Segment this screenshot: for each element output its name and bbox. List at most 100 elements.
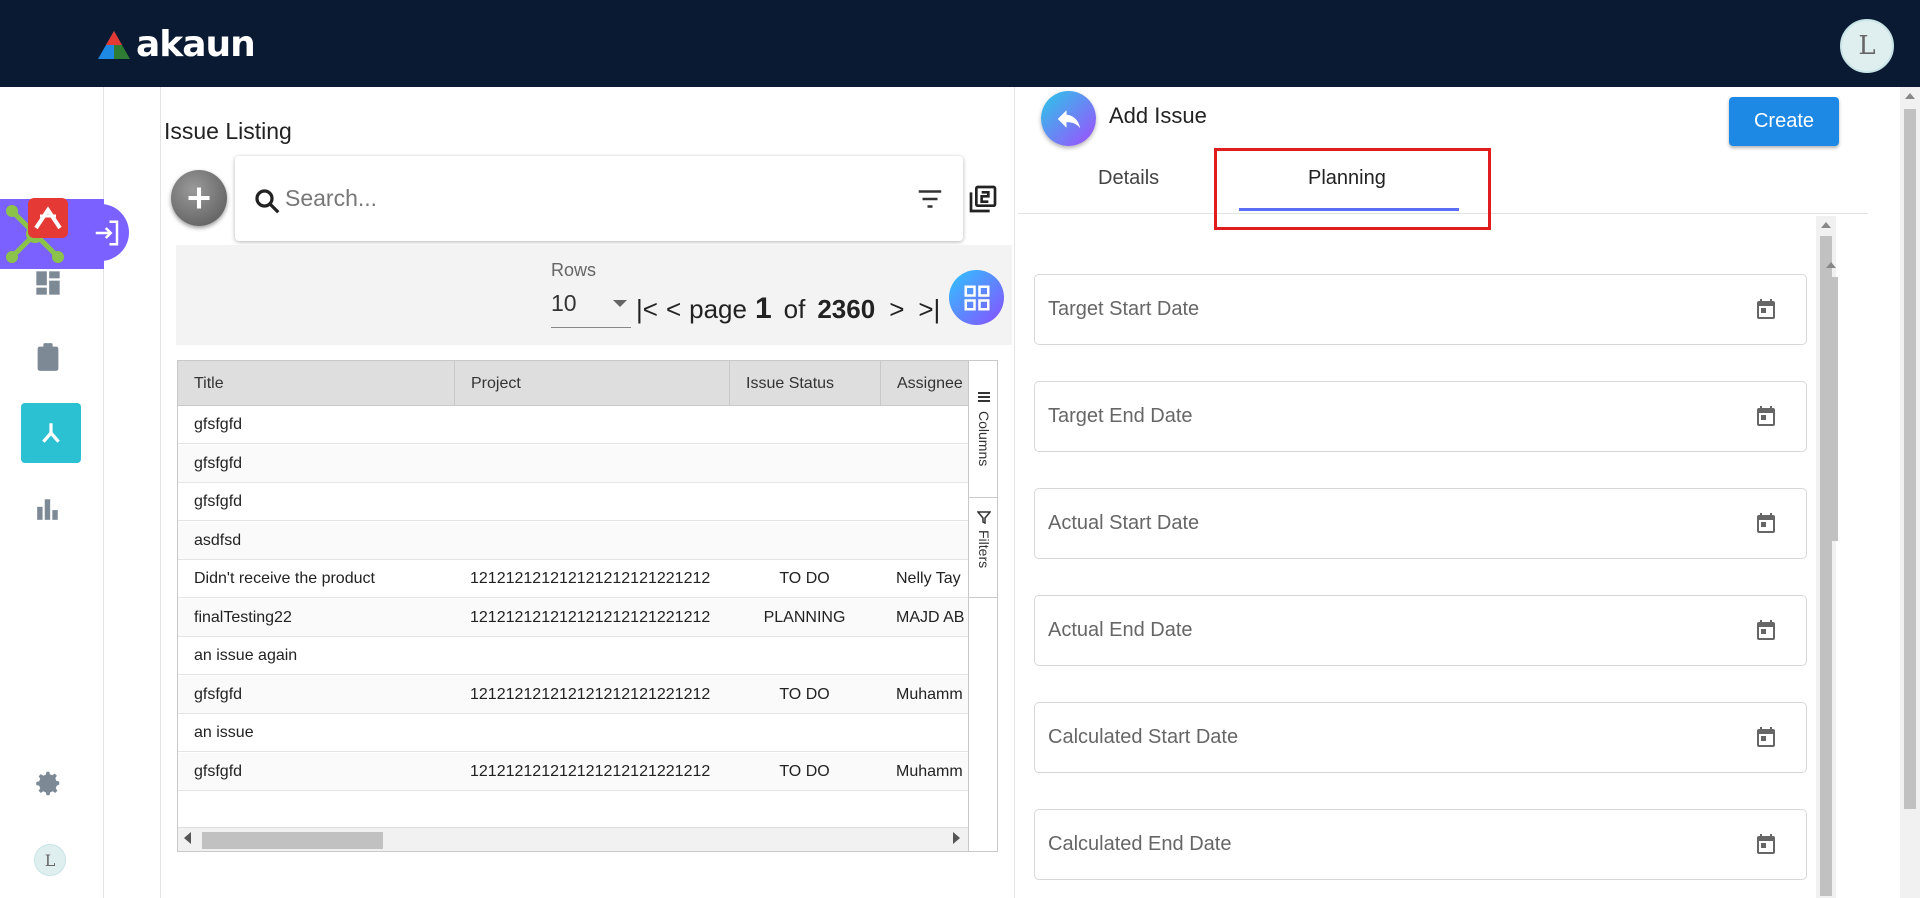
cell-title: gfsfgfd xyxy=(194,454,243,472)
reply-arrow-icon xyxy=(1057,109,1080,128)
first-page-icon[interactable]: |< xyxy=(636,294,658,325)
rows-per-page-select[interactable]: 10 xyxy=(551,290,631,328)
column-header-project[interactable]: Project xyxy=(454,361,729,406)
sidebar-expand-button[interactable] xyxy=(84,204,129,261)
sidebar-item-settings[interactable] xyxy=(18,753,78,813)
grid-view-toggle[interactable] xyxy=(949,270,1004,325)
scroll-up-icon[interactable] xyxy=(1821,222,1831,228)
cell-project xyxy=(470,445,720,483)
columns-tool-tab[interactable]: Columns xyxy=(969,383,997,498)
of-label: of xyxy=(783,293,806,324)
column-header-title[interactable]: Title xyxy=(178,361,454,406)
calendar-icon[interactable] xyxy=(1754,404,1778,433)
create-button[interactable]: Create xyxy=(1729,97,1839,146)
calendar-icon[interactable] xyxy=(1754,725,1778,754)
table-row[interactable]: gfsfgfd 121212121212121212121221212 TO DO M… xyxy=(178,752,968,791)
cell-title: Didn't receive the product xyxy=(194,570,375,587)
scroll-right-icon[interactable] xyxy=(953,832,960,844)
add-issue-button[interactable] xyxy=(171,170,227,226)
cell-assignee xyxy=(896,522,968,560)
column-header-assignee[interactable]: Assignee xyxy=(880,361,970,406)
filters-tool-tab[interactable]: Filters xyxy=(969,498,997,598)
sidebar-item-dashboard[interactable] xyxy=(18,253,78,313)
date-field-label: Actual End Date xyxy=(1048,619,1193,641)
panel-title: Add Issue xyxy=(1109,103,1207,128)
table-row[interactable]: gfsfgfd xyxy=(178,444,968,483)
next-page-icon[interactable]: > xyxy=(889,294,904,325)
date-field[interactable]: Actual End Date xyxy=(1034,595,1807,666)
back-button[interactable] xyxy=(1041,91,1096,146)
grid-icon xyxy=(964,285,989,310)
sidebar-item-issues[interactable] xyxy=(21,403,81,463)
cell-title: gfsfgfd xyxy=(194,493,243,510)
table-row[interactable]: gfsfgfd xyxy=(178,483,968,521)
calendar-icon[interactable] xyxy=(1754,297,1778,326)
table-row[interactable]: an issue again xyxy=(178,637,968,675)
rows-value: 10 xyxy=(551,290,577,316)
table-row[interactable]: asdfsd xyxy=(178,521,968,560)
search-bar xyxy=(235,156,963,241)
avatar-letter-small: L xyxy=(44,850,56,870)
plus-icon xyxy=(188,187,210,209)
page-total: 2360 xyxy=(817,293,876,324)
bar-chart-icon xyxy=(37,499,58,520)
settings-icon xyxy=(36,771,60,796)
app-logo[interactable]: akaun xyxy=(96,24,256,65)
copy-count-icon[interactable] xyxy=(967,183,999,215)
page-title: Issue Listing xyxy=(164,118,292,144)
date-field-label: Target Start Date xyxy=(1048,298,1200,320)
calendar-icon[interactable] xyxy=(1754,511,1778,540)
avatar-letter: L xyxy=(1858,31,1876,61)
date-field[interactable]: Target Start Date xyxy=(1034,274,1807,345)
cell-title: gfsfgfd xyxy=(194,416,243,433)
login-arrow-icon xyxy=(95,220,118,245)
page-number: 1 xyxy=(754,292,772,325)
filter-icon[interactable] xyxy=(915,184,945,214)
cell-project: 121212121212121212121221212 xyxy=(470,762,711,780)
user-avatar[interactable]: L xyxy=(1840,19,1894,73)
date-field-label: Target End Date xyxy=(1048,405,1193,427)
table-row[interactable]: Didn't receive the product 12121212121212… xyxy=(178,560,968,598)
cell-status: TO DO xyxy=(779,685,830,703)
calendar-icon[interactable] xyxy=(1754,618,1778,647)
cell-title: an issue xyxy=(194,724,254,741)
table-row[interactable]: gfsfgfd 121212121212121212121221212 TO DO M… xyxy=(178,675,968,714)
sidebar-item-module[interactable] xyxy=(18,188,78,248)
cell-status xyxy=(729,714,880,752)
page-scrollbar[interactable] xyxy=(1900,87,1920,898)
top-bar: akaun L xyxy=(0,0,1920,87)
search-icon xyxy=(255,189,280,214)
date-field[interactable]: Calculated Start Date xyxy=(1034,702,1807,773)
column-header-status[interactable]: Issue Status xyxy=(729,361,880,406)
inner-scroll-up-icon[interactable] xyxy=(1826,262,1836,268)
scroll-left-icon[interactable] xyxy=(184,832,191,844)
sidebar-item-clipboard[interactable] xyxy=(18,327,78,387)
akaun-module-icon xyxy=(28,198,68,238)
filter-funnel-icon xyxy=(977,511,991,524)
sidebar-item-profile[interactable]: L xyxy=(20,830,80,890)
cell-status: TO DO xyxy=(779,762,830,780)
table-row[interactable]: gfsfgfd xyxy=(178,406,968,444)
inner-field-scroll-thumb[interactable] xyxy=(1824,277,1838,541)
cell-status xyxy=(729,483,880,521)
page-scroll-thumb[interactable] xyxy=(1904,109,1916,809)
tab-details[interactable]: Details xyxy=(1098,167,1159,190)
page-scroll-up-icon[interactable] xyxy=(1905,93,1915,99)
date-field[interactable]: Target End Date xyxy=(1034,381,1807,452)
search-input[interactable] xyxy=(285,180,865,216)
date-field[interactable]: Calculated End Date xyxy=(1034,809,1807,880)
prev-page-icon[interactable]: < xyxy=(666,294,681,325)
date-field-label: Actual Start Date xyxy=(1048,512,1200,534)
table-row[interactable]: an issue xyxy=(178,714,968,752)
cell-project xyxy=(470,522,720,560)
cell-project: 121212121212121212121221212 xyxy=(470,685,711,703)
calendar-icon[interactable] xyxy=(1754,832,1778,861)
last-page-icon[interactable]: >| xyxy=(918,294,940,325)
cell-assignee: Nelly Tay xyxy=(896,570,961,587)
horizontal-scrollbar[interactable] xyxy=(178,827,968,851)
brand-name: akaun xyxy=(136,24,256,65)
table-row[interactable]: finalTesting22 12121212121212121212122121… xyxy=(178,598,968,637)
date-field[interactable]: Actual Start Date xyxy=(1034,488,1807,559)
horizontal-scroll-thumb[interactable] xyxy=(202,832,383,849)
sidebar-item-reports[interactable] xyxy=(18,479,78,539)
